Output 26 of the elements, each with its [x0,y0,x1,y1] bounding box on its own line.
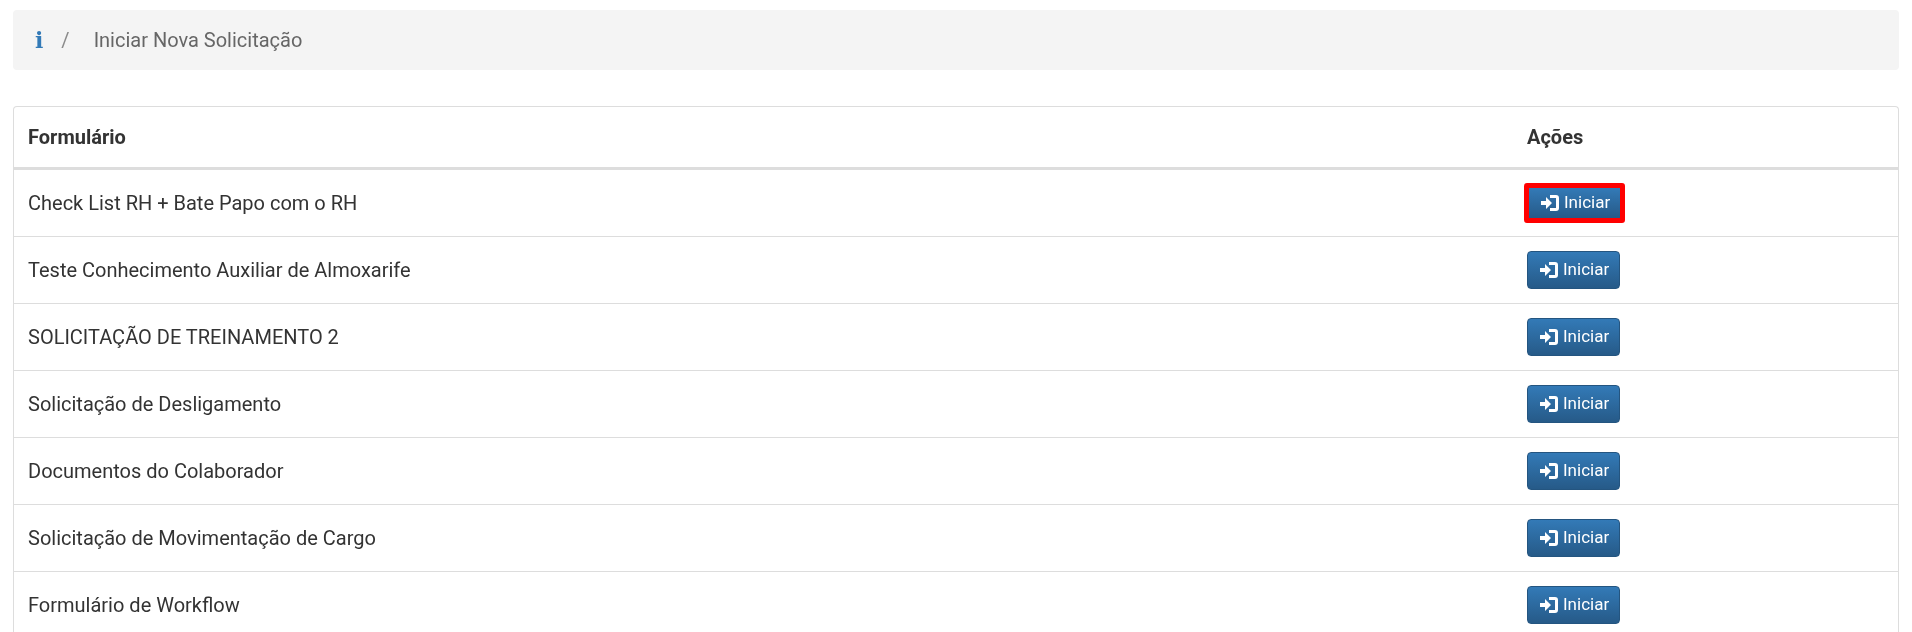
start-button[interactable]: Iniciar [1527,586,1621,624]
login-icon [1538,595,1560,615]
form-name: Documentos do Colaborador [27,458,285,485]
login-icon [1538,528,1560,548]
form-name: Solicitação de Desligamento [27,391,283,418]
login-icon [1539,193,1561,213]
login-icon [1538,327,1560,347]
start-button[interactable]: Iniciar [1527,452,1621,490]
column-header: Ações [1527,124,1584,151]
form-name: Teste Conhecimento Auxiliar de Almoxarife [27,257,412,284]
start-button[interactable]: Iniciar [1524,183,1626,223]
form-name: Formulário de Workflow [27,592,241,619]
info-icon[interactable]: i [35,23,44,57]
form-name: Solicitação de Movimentação de Cargo [27,525,377,552]
breadcrumb-separator: / [61,27,70,54]
login-icon [1538,461,1560,481]
form-name: Check List RH + Bate Papo com o RH [27,190,359,217]
login-icon [1538,260,1560,280]
start-button[interactable]: Iniciar [1527,385,1621,423]
start-button[interactable]: Iniciar [1527,251,1621,289]
start-button[interactable]: Iniciar [1527,519,1621,557]
column-header: Formulário [27,124,127,151]
form-name: SOLICITAÇÃO DE TREINAMENTO 2 [27,324,340,351]
start-button[interactable]: Iniciar [1527,318,1621,356]
login-icon [1538,394,1560,414]
breadcrumb-current: Iniciar Nova Solicitação [93,27,303,54]
